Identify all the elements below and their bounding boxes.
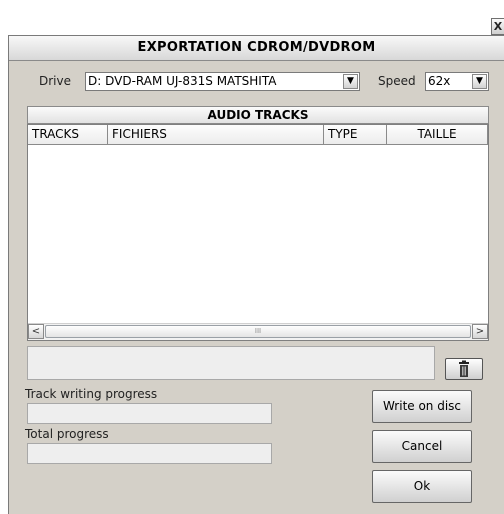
drive-label: Drive	[39, 74, 71, 88]
scroll-left-button[interactable]: <	[28, 324, 44, 339]
scroll-grip-icon: III	[254, 327, 262, 335]
drive-select[interactable]: D: DVD-RAM UJ-831S MATSHITA ▼	[85, 72, 360, 91]
scroll-right-button[interactable]: >	[472, 324, 488, 339]
audio-tracks-list[interactable]: TRACKS FICHIERS TYPE TAILLE < III >	[27, 124, 489, 341]
drive-value: D: DVD-RAM UJ-831S MATSHITA	[88, 74, 277, 88]
chevron-down-icon[interactable]: ▼	[472, 74, 487, 89]
ok-button[interactable]: Ok	[372, 470, 472, 503]
close-button[interactable]: X	[491, 18, 504, 35]
total-progress-label: Total progress	[25, 427, 109, 441]
window-top-strip	[0, 0, 504, 30]
column-header-type[interactable]: TYPE	[324, 125, 387, 145]
chevron-down-icon[interactable]: ▼	[343, 74, 358, 89]
audio-tracks-header: AUDIO TRACKS	[27, 106, 489, 124]
column-header-tracks[interactable]: TRACKS	[28, 125, 108, 145]
write-on-disc-button[interactable]: Write on disc	[372, 390, 472, 423]
export-dialog: EXPORTATION CDROM/DVDROM Drive D: DVD-RA…	[8, 35, 504, 514]
cancel-button[interactable]: Cancel	[372, 430, 472, 463]
scroll-thumb[interactable]: III	[45, 325, 471, 338]
track-progress-bar	[27, 403, 272, 424]
track-progress-label: Track writing progress	[25, 387, 158, 401]
speed-label: Speed	[378, 74, 416, 88]
dialog-title: EXPORTATION CDROM/DVDROM	[9, 36, 504, 61]
column-header-taille[interactable]: TAILLE	[387, 125, 488, 145]
column-header-fichiers[interactable]: FICHIERS	[108, 125, 324, 145]
trash-icon	[459, 360, 469, 377]
delete-track-button[interactable]	[445, 358, 483, 380]
horizontal-scrollbar[interactable]: < III >	[28, 323, 488, 340]
total-progress-bar	[27, 443, 272, 464]
close-icon: X	[493, 20, 503, 33]
selected-file-field	[27, 346, 435, 380]
speed-select[interactable]: 62x ▼	[425, 72, 489, 91]
